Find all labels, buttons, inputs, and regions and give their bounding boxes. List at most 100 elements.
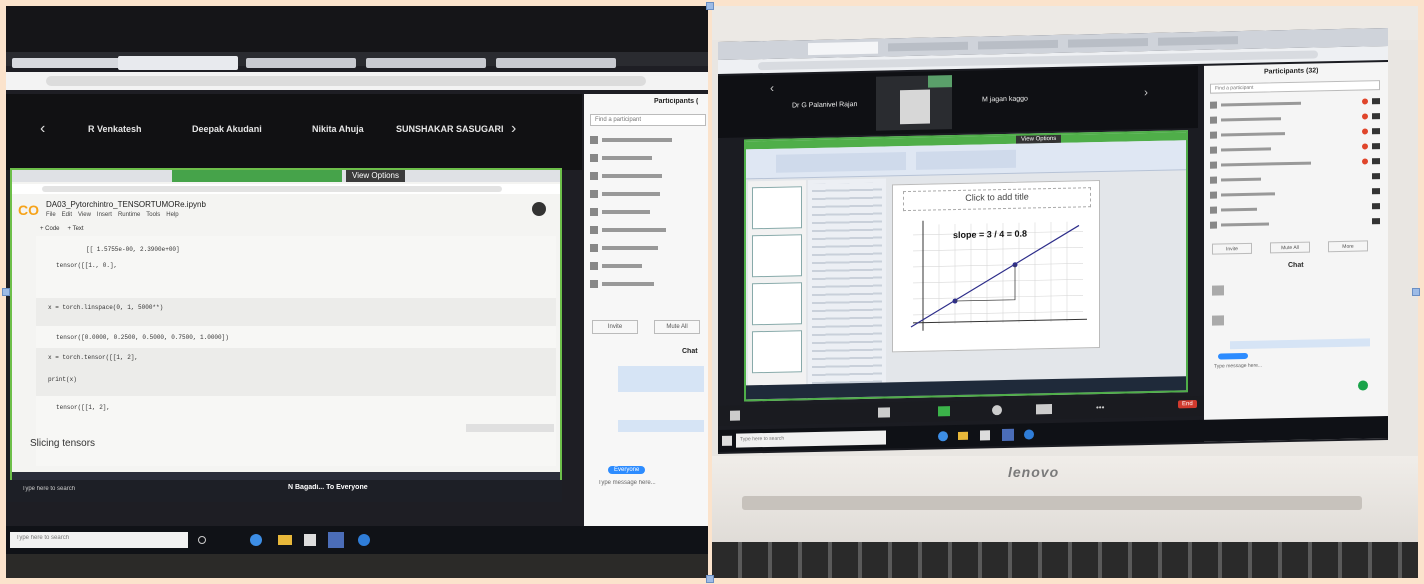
add-code-button[interactable]: + Code [40, 226, 60, 232]
notebook-filename[interactable]: DA03_Pytorchintro_TENSORTUMORe.ipynb [46, 200, 206, 209]
chrome-icon[interactable] [358, 534, 370, 546]
browser-tab[interactable] [978, 39, 1058, 50]
menu-insert[interactable]: Insert [97, 212, 112, 218]
chat-recipient-dropdown[interactable]: Everyone [608, 466, 646, 474]
list-item[interactable] [1210, 96, 1380, 110]
chat-notification[interactable]: N Bagadi... To Everyone [288, 484, 368, 491]
list-item[interactable] [590, 224, 704, 236]
participant-video [876, 75, 952, 131]
list-item[interactable] [590, 278, 704, 290]
resize-handle[interactable] [706, 575, 714, 583]
add-text-button[interactable]: + Text [68, 226, 84, 232]
menu-tools[interactable]: Tools [146, 212, 160, 218]
browser-tab[interactable] [366, 58, 486, 68]
list-item[interactable] [590, 170, 704, 182]
chat-input[interactable]: Type message here... [598, 480, 656, 486]
mute-all-button[interactable]: Mute All [654, 320, 700, 334]
chrome-icon[interactable] [1024, 429, 1034, 440]
end-meeting-button[interactable]: End [1178, 399, 1197, 409]
mute-icon[interactable] [730, 410, 740, 421]
list-item[interactable] [1210, 186, 1380, 200]
prev-page-chevron-icon[interactable]: ‹ [40, 120, 45, 138]
record-icon[interactable] [1036, 404, 1052, 415]
next-page-chevron-icon[interactable]: › [1144, 85, 1148, 99]
menu-edit[interactable]: Edit [62, 212, 72, 218]
browser-tab-active[interactable] [808, 41, 878, 56]
resize-handle[interactable] [1412, 288, 1420, 296]
list-item[interactable] [590, 134, 704, 146]
menu-view[interactable]: View [78, 212, 91, 218]
taskbar-search-box[interactable]: Type here to search [736, 430, 886, 448]
more-button[interactable]: More [1328, 240, 1368, 253]
list-item[interactable] [1210, 171, 1380, 185]
list-item[interactable] [590, 206, 704, 218]
list-item[interactable] [590, 152, 704, 164]
zoom-icon[interactable] [328, 532, 344, 548]
next-page-chevron-icon[interactable]: › [511, 120, 516, 138]
code-output: tensor([0.0000, 0.2500, 0.5000, 0.7500, … [56, 334, 229, 341]
chat-input[interactable]: Type message here... [1214, 363, 1262, 370]
chat-avatar [1212, 315, 1224, 326]
list-item[interactable] [1210, 126, 1380, 140]
list-item[interactable] [1210, 216, 1380, 230]
list-item[interactable] [1210, 201, 1380, 215]
resize-handle[interactable] [706, 2, 714, 10]
list-item[interactable] [1210, 111, 1380, 125]
participants-search-input[interactable]: Find a participant [590, 114, 706, 126]
slide-thumbnail[interactable] [752, 234, 802, 278]
store-icon[interactable] [980, 430, 990, 441]
invite-button[interactable]: Invite [592, 320, 638, 334]
chat-icon[interactable] [992, 405, 1002, 416]
code-line: x = torch.tensor([[1, 2], [48, 354, 139, 361]
cell-toolbar[interactable] [466, 424, 554, 432]
list-item[interactable] [590, 260, 704, 272]
menu-file[interactable]: File [46, 212, 56, 218]
list-item[interactable] [1210, 156, 1380, 170]
menu-help[interactable]: Help [166, 212, 178, 218]
share-screen-icon[interactable] [938, 406, 950, 417]
laptop-brand-logo: lenovo [1008, 464, 1060, 480]
browser-tab[interactable] [496, 58, 616, 68]
taskbar-search-inner[interactable]: Type here to search [22, 486, 75, 492]
code-cell[interactable]: x = torch.linspace(0, 1, 5000**) [36, 298, 556, 326]
code-line: print(x) [48, 376, 77, 383]
prev-page-chevron-icon[interactable]: ‹ [770, 81, 774, 95]
cortana-icon[interactable] [198, 536, 206, 544]
list-item[interactable] [1210, 141, 1380, 155]
slide-thumbnail[interactable] [752, 330, 802, 374]
colab-menu-bar: File Edit View Insert Runtime Tools Help [46, 212, 179, 218]
participants-icon[interactable] [878, 407, 890, 418]
windows-start-icon[interactable] [722, 435, 732, 446]
chat-recipient-dropdown[interactable] [1218, 352, 1248, 360]
address-bar[interactable] [6, 72, 708, 90]
grammarly-icon[interactable] [1358, 380, 1368, 391]
invite-button[interactable]: Invite [1212, 242, 1252, 255]
taskbar-search-box[interactable]: Type here to search [10, 532, 188, 548]
slide-thumbnail[interactable] [752, 282, 802, 326]
store-icon[interactable] [304, 534, 316, 546]
browser-tab-active[interactable] [118, 56, 238, 70]
folder-icon[interactable] [278, 535, 292, 545]
list-item[interactable] [590, 188, 704, 200]
code-cell[interactable]: x = torch.tensor([[1, 2], print(x) [36, 348, 556, 396]
view-options-button[interactable]: View Options [346, 170, 405, 182]
browser-tab[interactable] [1158, 36, 1238, 46]
edge-icon[interactable] [938, 431, 948, 442]
resize-handle[interactable] [2, 288, 10, 296]
browser-tab[interactable] [888, 41, 968, 52]
participants-search-input[interactable]: Find a participant [1210, 80, 1380, 94]
more-icon[interactable]: ••• [1096, 403, 1104, 412]
menu-runtime[interactable]: Runtime [118, 212, 140, 218]
mute-all-button[interactable]: Mute All [1270, 241, 1310, 254]
avatar[interactable] [532, 202, 546, 216]
list-item[interactable] [590, 242, 704, 254]
slide-thumbnail[interactable] [752, 186, 802, 230]
slide-canvas[interactable]: Click to add title slope = 3 / 4 = 0.8 [892, 179, 1100, 353]
folder-icon[interactable] [958, 431, 968, 440]
participants-title: Participants ( [654, 98, 699, 105]
browser-tab[interactable] [1068, 37, 1148, 48]
browser-tab[interactable] [246, 58, 356, 68]
edge-icon[interactable] [250, 534, 262, 546]
zoom-icon[interactable] [1002, 428, 1014, 442]
chat-title: Chat [682, 348, 698, 355]
